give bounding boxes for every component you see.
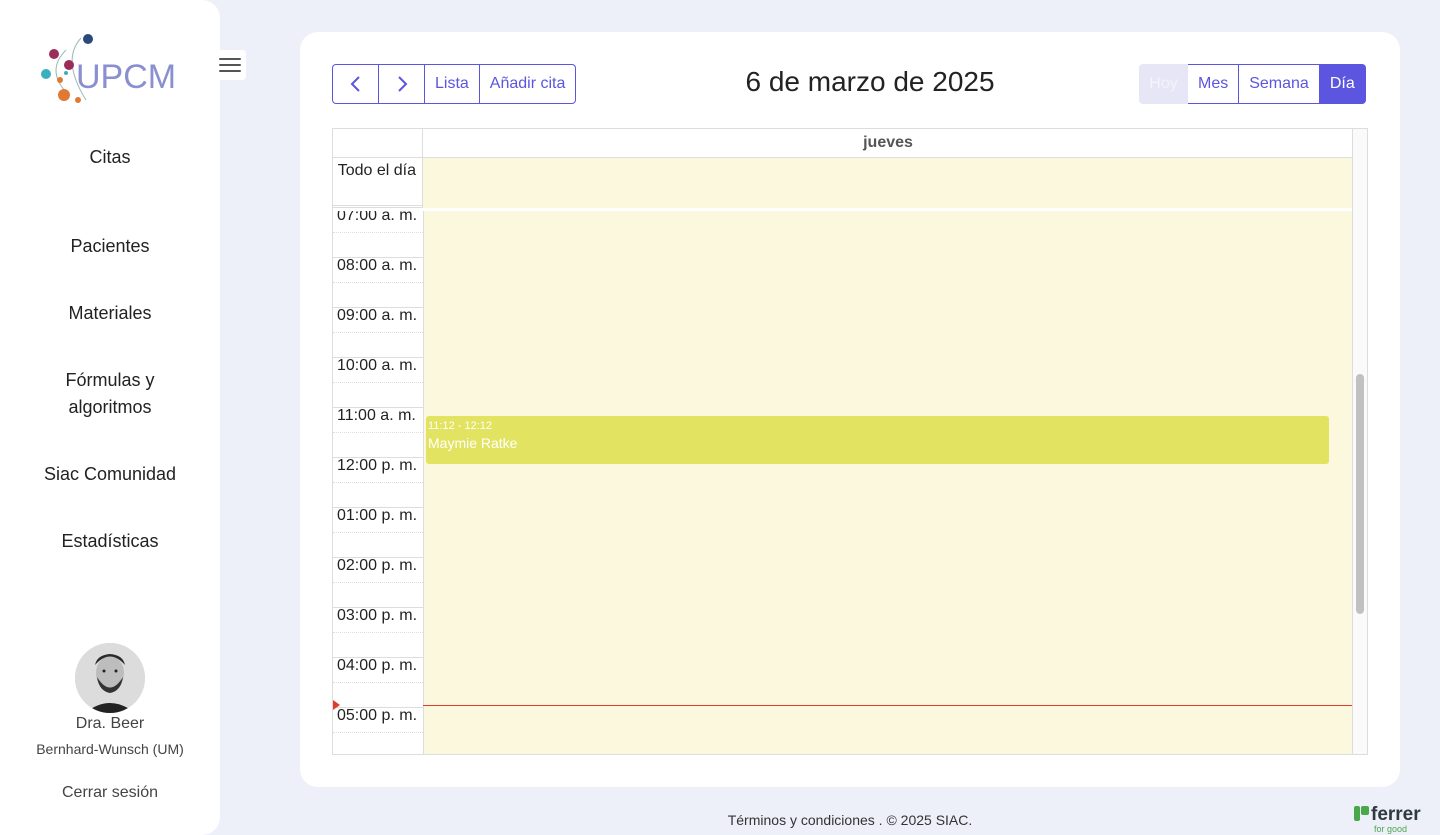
time-cell[interactable] [423,558,1353,583]
time-cell[interactable] [423,233,1353,258]
sidebar: UPCM Citas Pacientes Materiales Fórmulas… [0,0,246,835]
time-label: 02:00 p. m. [337,557,418,574]
time-label: 09:00 a. m. [337,307,418,324]
nav-item-materiales[interactable]: Materiales [0,300,220,327]
time-cell[interactable] [423,583,1353,608]
time-cell[interactable] [423,608,1353,633]
appointment-event[interactable]: 11:12 - 12:12 Maymie Ratke [426,416,1329,464]
user-name: Dra. Beer [75,715,145,732]
time-label: 04:00 p. m. [337,657,418,674]
ferrer-brand-name: ferrer [1371,804,1421,825]
time-slot[interactable]: 10:00 a. m. [333,358,1353,383]
time-grid: 07:00 a. m. 08:00 a. m. 09:00 a. m. 10:00 a… [333,211,1353,754]
view-button-group: Hoy Mes Semana Día [1139,64,1366,104]
avatar[interactable] [75,643,145,713]
time-cell[interactable] [423,211,1353,233]
prev-button[interactable] [332,64,379,104]
calendar-title: 6 de marzo de 2025 [745,66,995,97]
time-label: 11:00 a. m. [337,407,416,424]
time-slot[interactable]: 02:00 p. m. [333,558,1353,583]
upcm-logo[interactable]: UPCM [36,30,186,110]
time-slot[interactable]: 03:00 p. m. [333,608,1353,633]
time-cell[interactable] [423,333,1353,358]
time-slot[interactable]: 05:00 p. m. [333,708,1353,733]
header-axis [333,129,423,158]
now-indicator-line [423,705,1353,706]
scrollbar-thumb[interactable] [1356,374,1364,614]
time-slot-half[interactable] [333,733,1353,754]
ferrer-tagline: for good [1374,824,1407,834]
nav-item-pacientes[interactable]: Pacientes [0,233,220,260]
footer-text[interactable]: Términos y condiciones . © 2025 SIAC. [300,812,1400,828]
time-slot-half[interactable] [333,633,1353,658]
time-slot[interactable]: 09:00 a. m. [333,308,1353,333]
list-button[interactable]: Lista [425,64,480,104]
time-cell[interactable] [423,708,1353,733]
add-appointment-button[interactable]: Añadir cita [479,64,577,104]
day-view-button[interactable]: Día [1319,64,1366,104]
time-label: 01:00 p. m. [337,507,418,524]
time-label: 03:00 p. m. [337,607,418,624]
calendar-scrollbar[interactable] [1352,129,1367,754]
time-slot-half[interactable] [333,483,1353,508]
nav-item-siac-comunidad[interactable]: Siac Comunidad [0,461,220,488]
allday-row: Todo el día [333,158,1353,208]
time-slot[interactable]: 07:00 a. m. [333,211,1353,233]
time-label: 12:00 p. m. [337,457,418,474]
month-view-button[interactable]: Mes [1188,64,1240,104]
hamburger-menu-icon[interactable] [214,50,246,80]
event-time: 11:12 - 12:12 [428,420,493,432]
next-button[interactable] [379,64,425,104]
time-cell[interactable] [423,633,1353,658]
time-cell[interactable] [423,533,1353,558]
allday-cell[interactable] [423,158,1353,208]
now-indicator-arrow [333,700,340,710]
time-label: 07:00 a. m. [337,211,418,224]
today-button[interactable]: Hoy [1139,64,1188,104]
time-slot-half[interactable] [333,533,1353,558]
calendar-card: Lista Añadir cita 6 de marzo de 2025 Hoy… [300,32,1400,787]
time-slot[interactable]: 01:00 p. m. [333,508,1353,533]
time-slot-half[interactable] [333,383,1353,408]
axis-divider [423,211,424,754]
chevron-left-icon [350,76,360,92]
time-label: 10:00 a. m. [337,357,418,374]
nav-button-group: Lista Añadir cita [332,64,577,104]
time-slot-half[interactable] [333,333,1353,358]
time-cell[interactable] [423,383,1353,408]
time-cell[interactable] [423,308,1353,333]
ferrer-logo: ferrer for good [1354,803,1434,834]
time-cell[interactable] [423,508,1353,533]
logout-link[interactable]: Cerrar sesión [0,784,220,802]
time-slots: 07:00 a. m. 08:00 a. m. 09:00 a. m. 10:00 a… [333,211,1353,754]
day-header: jueves [863,134,913,151]
time-slot-half[interactable] [333,233,1353,258]
calendar-header: jueves [333,129,1353,158]
logo-text: UPCM [76,58,176,96]
time-cell[interactable] [423,733,1353,754]
nav-item-citas[interactable]: Citas [0,144,220,171]
time-slot-half[interactable] [333,583,1353,608]
chevron-right-icon [397,76,407,92]
event-title: Maymie Ratke [428,435,518,451]
nav-item-estadisticas[interactable]: Estadísticas [0,528,220,555]
time-cell[interactable] [423,283,1353,308]
allday-label: Todo el día [333,158,423,208]
time-slot-half[interactable] [333,283,1353,308]
time-slot[interactable]: 04:00 p. m. [333,658,1353,683]
time-cell[interactable] [423,658,1353,683]
user-org: Bernhard-Wunsch (UM) [36,741,184,757]
time-label: 05:00 p. m. [337,707,418,724]
time-label: 08:00 a. m. [337,257,418,274]
day-calendar: jueves Todo el día 07:00 a. m. 08:00 a. m… [332,128,1368,755]
time-cell[interactable] [423,358,1353,383]
time-cell[interactable] [423,258,1353,283]
time-cell[interactable] [423,483,1353,508]
nav-item-formulas[interactable]: Fórmulas y algoritmos [0,367,220,421]
time-slot[interactable]: 08:00 a. m. [333,258,1353,283]
week-view-button[interactable]: Semana [1239,64,1320,104]
